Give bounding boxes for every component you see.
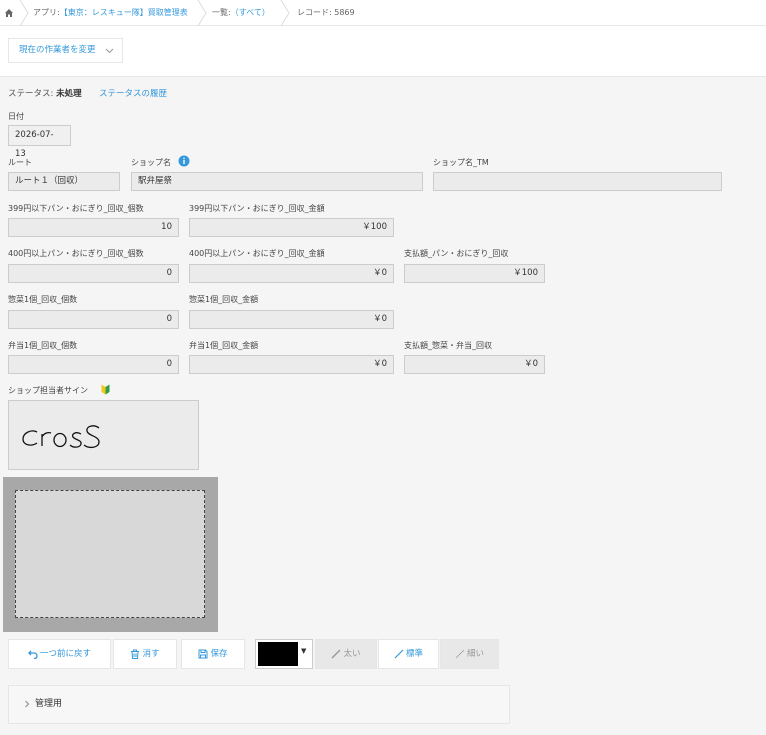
status-value: 未処理 (56, 89, 82, 99)
breadcrumb-separator-icon (19, 0, 29, 26)
shop-name-tm-label: ショップ名_TM (433, 158, 489, 167)
date-field[interactable]: 2026-07-13 (8, 125, 71, 159)
breadcrumb-record: レコード: 5869 (297, 8, 355, 17)
thick-pen-button[interactable]: 太い (315, 639, 377, 669)
route-field: ルート１（回収） (8, 172, 120, 191)
bread400-count-field: 0 (8, 264, 179, 283)
bento-amount-label: 弁当1個_回収_金額 (189, 341, 259, 350)
thin-pen-button[interactable]: 細い (440, 639, 499, 669)
change-assignee-button[interactable]: 現在の作業者を変更 (8, 38, 123, 63)
status-history-link[interactable]: ステータスの履歴 (99, 87, 167, 99)
breadcrumb-app[interactable]: アプリ:【東京：レスキュー隊】買取管理表 (33, 0, 188, 26)
side-count-field: 0 (8, 310, 179, 329)
bread399-count-field: 10 (8, 218, 179, 237)
admin-section[interactable]: 管理用 (8, 685, 510, 724)
shop-name-tm-field (433, 172, 722, 191)
save-button[interactable]: 保存 (181, 639, 245, 669)
trash-icon (131, 649, 140, 659)
beginner-mark-icon (101, 384, 110, 395)
side-amount-field: ￥0 (189, 310, 394, 329)
signature-image (8, 400, 199, 470)
undo-icon (28, 650, 38, 659)
bread399-count-label: 399円以下パン・おにぎり_回収_個数 (8, 204, 144, 213)
undo-button[interactable]: 一つ前に戻す (8, 639, 111, 669)
bread400-count-label: 400円以上パン・おにぎり_回収_個数 (8, 249, 144, 258)
save-icon (198, 649, 208, 658)
shop-name-label: ショップ名 (131, 158, 171, 167)
chevron-down-icon: ▼ (301, 647, 307, 655)
bento-count-label: 弁当1個_回収_個数 (8, 341, 78, 350)
chevron-right-icon (25, 700, 30, 707)
pay-side-bento-field: ￥0 (404, 355, 545, 374)
bento-count-field: 0 (8, 355, 179, 374)
pen-icon (394, 649, 404, 658)
status: ステータス: 未処理 (8, 89, 82, 99)
pen-color-swatch (258, 642, 298, 666)
breadcrumb-separator-icon (280, 0, 290, 26)
pay-side-bento-label: 支払額_惣菜・弁当_回収 (404, 341, 492, 350)
admin-section-title: 管理用 (35, 699, 63, 709)
erase-button[interactable]: 消す (113, 639, 177, 669)
breadcrumb-view-link[interactable]: （すべて） (231, 8, 270, 17)
pen-icon (331, 649, 341, 658)
breadcrumb-app-link[interactable]: 【東京：レスキュー隊】買取管理表 (60, 8, 188, 17)
signature-pad-canvas[interactable] (15, 490, 205, 618)
signature-label: ショップ担当者サイン (8, 386, 88, 395)
normal-pen-button[interactable]: 標準 (378, 639, 439, 669)
chevron-down-icon (105, 48, 114, 54)
home-icon[interactable] (4, 8, 14, 18)
bento-amount-field: ￥0 (189, 355, 394, 374)
route-label: ルート (8, 158, 32, 167)
shop-name-field: 駅弁屋祭 (131, 172, 423, 191)
info-icon[interactable] (178, 155, 190, 167)
pen-icon (455, 649, 465, 658)
bread399-amount-label: 399円以下パン・おにぎり_回収_金額 (189, 204, 325, 213)
side-count-label: 惣菜1個_回収_個数 (8, 295, 78, 304)
pay-bread-field: ￥100 (404, 264, 545, 283)
side-amount-label: 惣菜1個_回収_金額 (189, 295, 259, 304)
signature-drawing (22, 425, 100, 449)
bread400-amount-label: 400円以上パン・おにぎり_回収_金額 (189, 249, 325, 258)
pay-bread-label: 支払額_パン・おにぎり_回収 (404, 249, 509, 258)
breadcrumb-separator-icon (197, 0, 207, 26)
bread399-amount-field: ￥100 (189, 218, 394, 237)
bread400-amount-field: ￥0 (189, 264, 394, 283)
date-label: 日付 (8, 112, 24, 121)
breadcrumb-view[interactable]: 一覧:（すべて） (212, 0, 270, 26)
